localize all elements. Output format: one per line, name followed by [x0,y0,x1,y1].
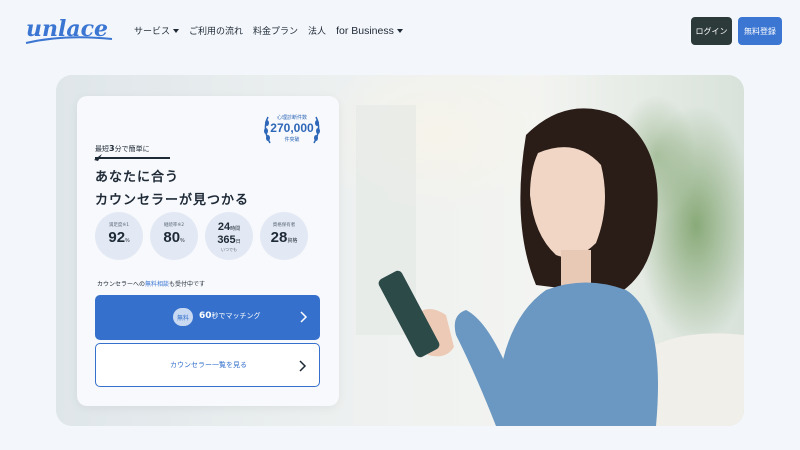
stat-qualifications: 資格保有者 28資格 [260,212,308,260]
view-counselors-button[interactable]: カウンセラー一覧を見る [95,343,320,387]
stat-satisfaction: 満足度※1 92% [95,212,143,260]
nav-item-corporate[interactable]: 法人 [308,24,326,37]
achievement-badge: 心理診断件数 270,000 件突破 [262,111,322,147]
free-pill: 無料 [173,308,193,326]
eyebrow-text: 最短3分で簡単に [95,144,150,153]
start-matching-label: 60秒でマッチング [199,311,261,321]
unlace-logo[interactable]: unlace [24,14,114,48]
main-nav: サービス ご利用の流れ 料金プラン 法人 for Business [134,24,413,37]
site-header: unlace サービス ご利用の流れ 料金プラン 法人 for Business… [0,0,800,62]
eyebrow-underline [95,157,170,159]
badge-number: 270,000 [270,121,314,135]
chevron-right-icon [300,311,308,323]
consultation-note: カウンセラーへの無料相談も受付中です [97,281,206,288]
badge-label: 心理診断件数 [276,115,307,121]
headline-line-2: カウンセラーが見つかる [95,193,250,208]
chevron-down-icon [173,28,180,33]
nav-item-for-business[interactable]: for Business [336,25,403,37]
nav-item-flow[interactable]: ご利用の流れ [189,24,243,37]
signup-button[interactable]: 無料登録 [738,17,782,45]
nav-item-service[interactable]: サービス [134,24,180,37]
badge-suffix: 件突破 [284,137,300,143]
view-counselors-label: カウンセラー一覧を見る [170,361,247,369]
headline-line-1: あなたに合う [95,170,180,185]
login-button[interactable]: ログイン [691,17,732,45]
stat-availability: 24時間 365日 いつでも [205,212,253,260]
start-matching-button[interactable]: 無料 60秒でマッチング [95,295,320,340]
stat-retention: 継続率※2 80% [150,212,198,260]
chevron-down-icon [396,28,403,33]
nav-item-pricing[interactable]: 料金プラン [253,24,298,37]
chevron-right-icon [299,360,307,372]
